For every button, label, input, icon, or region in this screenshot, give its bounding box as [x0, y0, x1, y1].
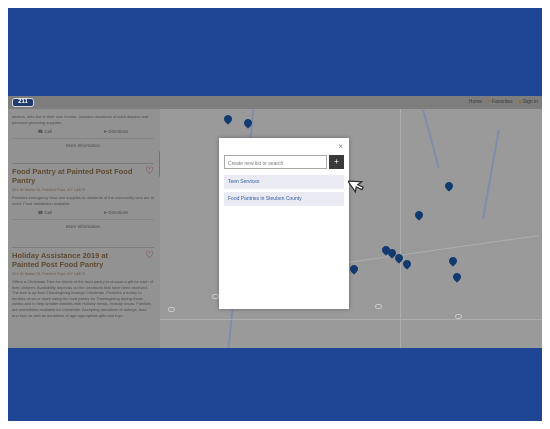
list-item[interactable]: Teen Services	[224, 175, 344, 189]
highway-shield-icon	[375, 304, 382, 309]
signin-icon: ■	[518, 99, 522, 105]
list-item[interactable]: Food Pantries in Steuben County	[224, 192, 344, 206]
map-pin-icon[interactable]	[222, 113, 234, 125]
map-pin-icon[interactable]	[451, 271, 463, 283]
map-pin-icon[interactable]	[348, 263, 360, 275]
favorite-heart-icon[interactable]: ♡	[145, 167, 154, 177]
mouse-pointer-icon	[348, 180, 365, 194]
presentation-frame: 211 ⌂Home ♥Favorites ■Sign in seniors, w…	[8, 8, 542, 421]
call-button[interactable]: ☎ Call	[38, 129, 53, 135]
signin-link[interactable]: ■Sign in	[519, 99, 538, 105]
call-label: Call	[44, 129, 53, 135]
road-line	[340, 235, 540, 264]
result-description: seniors, who live in their own homes. In…	[12, 114, 149, 125]
divider	[12, 247, 154, 248]
result-actions: ☎ Call ➤ Directions	[12, 129, 154, 135]
river-line	[422, 109, 440, 169]
result-actions: ☎ Call ➤ Directions	[12, 210, 154, 216]
directions-label: Directions	[108, 210, 129, 216]
highway-shield-icon	[455, 314, 462, 319]
river-line	[482, 129, 500, 219]
list-search-input[interactable]	[224, 155, 327, 169]
save-to-list-dialog: × + Teen Services Food Pantries in Steub…	[219, 138, 349, 309]
call-button[interactable]: ☎ Call	[38, 210, 53, 216]
map-pin-icon[interactable]	[401, 258, 413, 270]
favorites-link-label: Favorites	[492, 99, 513, 105]
result-description: Provides emergency food and supplies to …	[12, 195, 154, 206]
more-info-link[interactable]: More Information	[12, 219, 154, 229]
top-links: ⌂Home ♥Favorites ■Sign in	[465, 99, 538, 105]
top-bar: 211 ⌂Home ♥Favorites ■Sign in	[8, 96, 542, 109]
result-address[interactable]: 221 W Water St, Painted Post, NY 14870	[12, 271, 154, 276]
close-icon[interactable]: ×	[338, 142, 343, 152]
directions-button[interactable]: ➤ Directions	[103, 210, 128, 216]
result-address[interactable]: 221 W Water St, Painted Post, NY 14870	[12, 187, 154, 192]
map-view[interactable]: · · ·	[160, 109, 542, 348]
heart-icon: ♥	[488, 99, 492, 105]
map-pin-icon[interactable]	[413, 209, 425, 221]
add-list-button[interactable]: +	[329, 155, 344, 169]
favorite-heart-icon[interactable]: ♡	[145, 251, 154, 261]
directions-button[interactable]: ➤ Directions	[103, 129, 128, 135]
site-logo[interactable]: 211	[12, 98, 34, 107]
call-label: Call	[44, 210, 53, 216]
map-pin-icon[interactable]	[447, 255, 459, 267]
map-pin-icon[interactable]	[443, 180, 455, 192]
result-title[interactable]: Holiday Assistance 2019 at Painted Post …	[12, 251, 132, 269]
road-line	[400, 109, 401, 348]
divider	[12, 163, 154, 164]
highway-shield-icon	[168, 307, 175, 312]
result-card: Food Pantry at Painted Post Food Pantry …	[12, 167, 154, 229]
result-card: seniors, who live in their own homes. In…	[12, 111, 154, 148]
road-line	[160, 319, 542, 320]
highway-shield-icon	[212, 294, 219, 299]
result-title[interactable]: Food Pantry at Painted Post Food Pantry	[12, 167, 154, 185]
home-icon: ⌂	[464, 99, 468, 105]
result-description: Offers a Christmas Tree for clients of t…	[12, 279, 154, 318]
more-info-link[interactable]: More Information	[12, 138, 154, 148]
signin-link-label: Sign in	[522, 99, 538, 105]
directions-label: Directions	[108, 129, 129, 135]
map-town-label: ·	[180, 329, 182, 333]
map-town-label: ·	[440, 289, 442, 293]
favorites-link[interactable]: ♥Favorites	[488, 99, 513, 105]
result-card: Holiday Assistance 2019 at Painted Post …	[12, 251, 154, 318]
results-panel: seniors, who live in their own homes. In…	[8, 109, 160, 348]
home-link-label: Home	[468, 99, 483, 105]
home-link[interactable]: ⌂Home	[465, 99, 482, 105]
